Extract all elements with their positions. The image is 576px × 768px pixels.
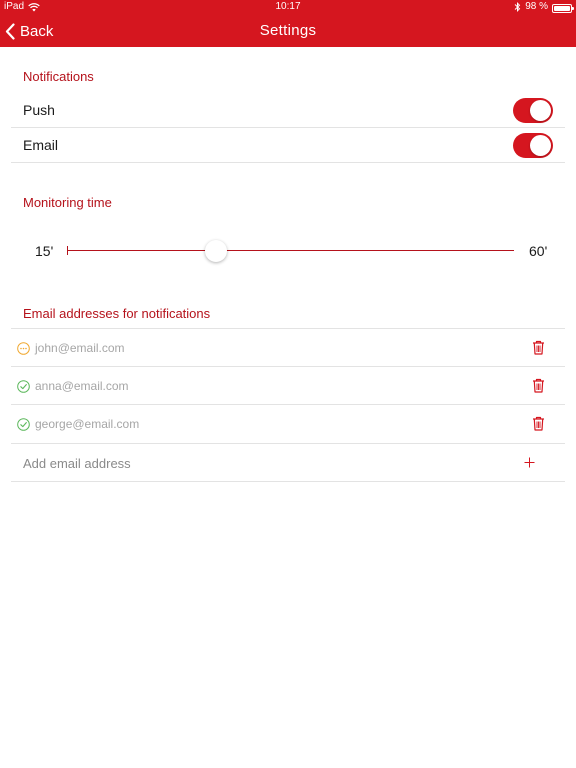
battery-percent: 98 % [525,1,548,12]
email-notification-row: Email [11,128,565,162]
add-email-row[interactable]: Add email address [11,444,565,482]
email-toggle[interactable] [513,132,553,158]
status-right: 98 % [514,0,574,14]
notifications-section-title: Notifications [23,69,94,84]
check-circle-icon [17,418,30,431]
app-header: iPad 10:17 98 % Back Settings [0,0,576,47]
trash-icon[interactable] [532,340,545,355]
email-list-item[interactable]: george@email.com [11,405,565,443]
toggle-knob [530,99,551,121]
monitoring-slider: 15' 60' [0,236,576,266]
push-row: Push [11,93,565,127]
monitoring-section-title: Monitoring time [23,195,112,210]
divider [11,481,565,482]
slider-track[interactable] [67,250,514,251]
email-list-item[interactable]: john@email.com [11,329,565,367]
trash-icon[interactable] [532,378,545,393]
toggle-knob [530,134,551,156]
slider-knob[interactable] [205,240,227,262]
plus-icon[interactable] [524,457,535,468]
divider [11,162,565,163]
add-email-input[interactable]: Add email address [23,456,131,471]
trash-icon[interactable] [532,416,545,431]
push-toggle[interactable] [513,97,553,123]
check-circle-icon [17,380,30,393]
email-list-item[interactable]: anna@email.com [11,367,565,405]
email-address: john@email.com [35,341,125,355]
slider-max-label: 60' [529,243,548,259]
ellipsis-circle-icon [17,342,30,355]
push-label: Push [23,102,55,118]
emails-section-title: Email addresses for notifications [23,306,211,321]
status-bar: iPad 10:17 98 % [0,0,576,14]
email-label: Email [23,137,59,153]
email-address: george@email.com [35,417,140,431]
battery-icon [552,3,574,13]
email-address: anna@email.com [35,379,129,393]
bluetooth-icon [514,2,521,12]
page-title: Settings [259,22,317,39]
status-time: 10:17 [275,1,301,12]
slider-min-label: 15' [35,243,54,259]
